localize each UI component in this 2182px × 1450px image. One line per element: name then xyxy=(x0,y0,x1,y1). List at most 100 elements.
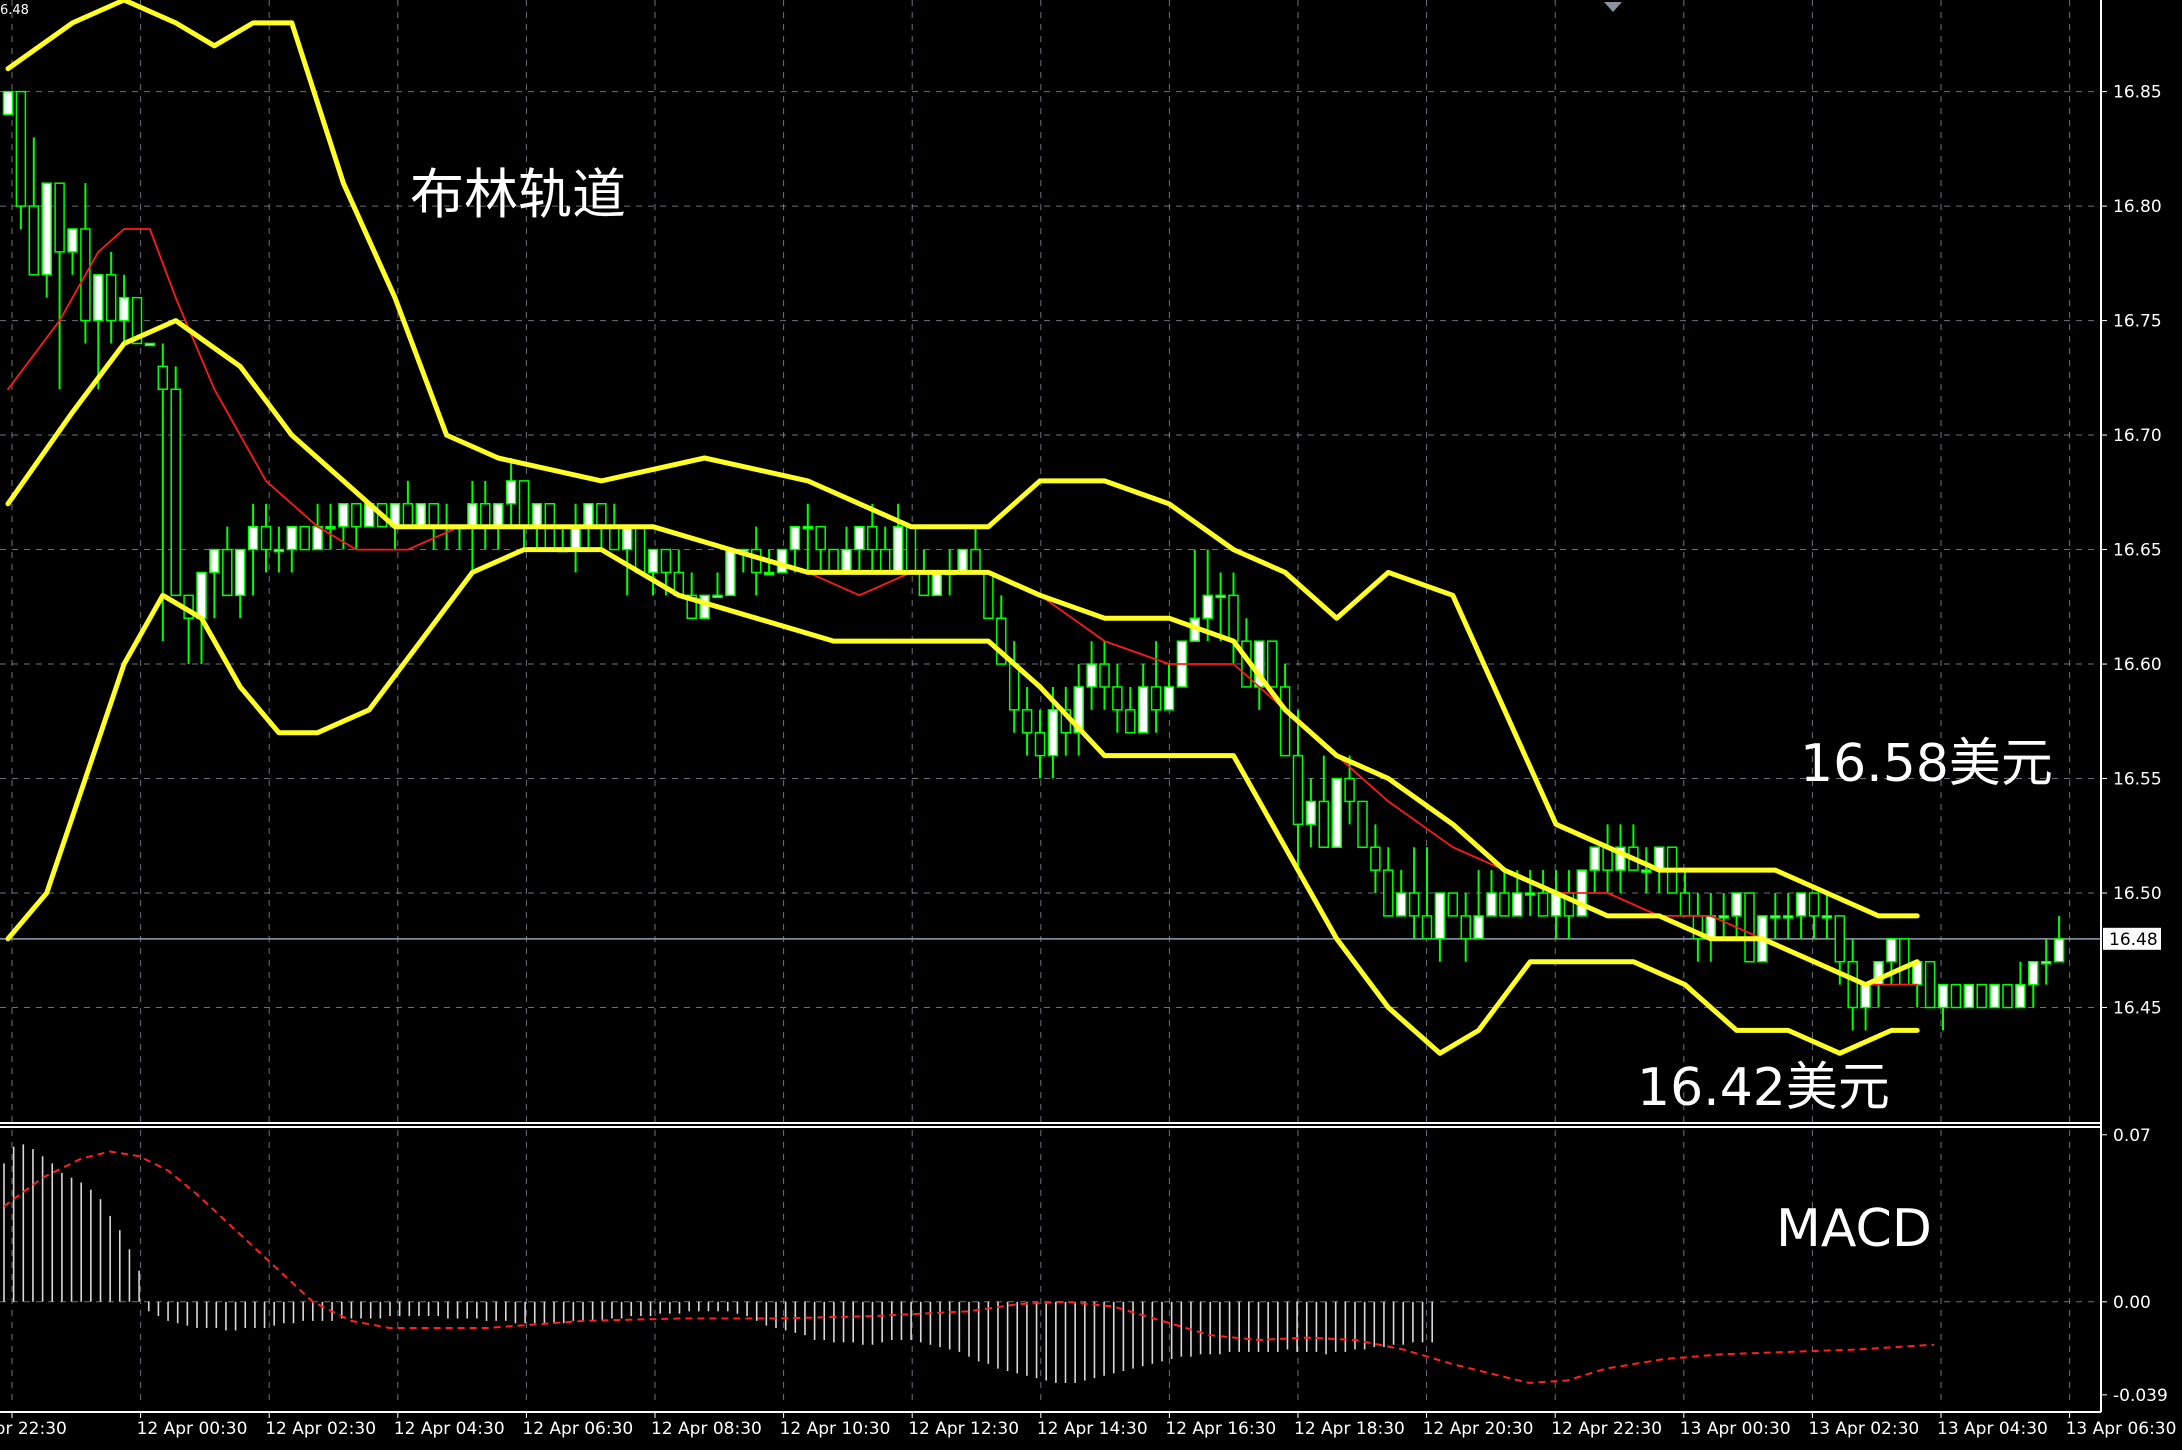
candle-body xyxy=(905,525,917,574)
candle-body xyxy=(699,594,710,619)
candle-body xyxy=(234,548,246,597)
y-tick-label: 16.75 xyxy=(2113,312,2162,332)
candle-body xyxy=(260,525,272,551)
current-price-label: 16.48 xyxy=(2109,930,2158,950)
candle-body xyxy=(338,503,349,528)
candle-body xyxy=(325,525,336,530)
candle-body xyxy=(67,228,78,253)
candle-body xyxy=(725,548,736,597)
candle-body xyxy=(970,548,981,574)
candle-body xyxy=(2015,983,2026,1009)
candle-body xyxy=(1989,983,2000,1009)
candle-body xyxy=(634,525,646,574)
candle-body xyxy=(1305,800,1317,826)
candle-body xyxy=(1524,892,1536,896)
x-tick-label: 12 Apr 16:30 xyxy=(1165,1419,1276,1439)
top-left-price: 6.48 xyxy=(0,3,29,18)
annotation-upper-target: 16.58美元 xyxy=(1800,734,2053,794)
candle-body xyxy=(776,548,788,574)
y-tick-label: 16.55 xyxy=(2113,770,2162,790)
candle-body xyxy=(144,342,156,347)
candle-body xyxy=(1421,915,1433,940)
candle-body xyxy=(105,274,117,322)
candle-body xyxy=(828,548,839,574)
annotation-lower-target: 16.42美元 xyxy=(1637,1058,1890,1118)
macd-y-tick-label: 0.00 xyxy=(2113,1293,2151,1313)
candle-body xyxy=(1512,892,1523,917)
candle-body xyxy=(1383,869,1394,917)
macd-y-tick-label: 0.07 xyxy=(2113,1126,2151,1146)
candle-body xyxy=(918,571,930,597)
x-tick-label: 13 Apr 06:30 xyxy=(2066,1419,2177,1439)
candle-body xyxy=(415,503,427,528)
candle-body xyxy=(1860,983,1871,1009)
candle-body xyxy=(1795,892,1807,917)
candle-body xyxy=(1008,663,1020,711)
candle-body xyxy=(93,274,104,322)
candle-body xyxy=(789,525,801,551)
candle-body xyxy=(492,503,504,528)
candle-body xyxy=(931,571,943,597)
candle-body xyxy=(1034,731,1046,757)
candle-body xyxy=(1937,983,1949,1009)
candle-body xyxy=(1202,594,1213,619)
candle-body xyxy=(531,503,543,528)
candle-body xyxy=(1499,892,1510,917)
y-tick-label: 16.80 xyxy=(2113,197,2162,217)
candle-body xyxy=(1808,892,1820,917)
candle-body xyxy=(1228,594,1239,642)
candle-body xyxy=(1370,846,1381,871)
candle-body xyxy=(299,525,310,551)
candle-body xyxy=(2002,983,2013,1009)
candle-body xyxy=(621,525,633,551)
candle-body xyxy=(1163,686,1175,711)
candle-body xyxy=(1408,892,1420,917)
y-tick-label: 16.65 xyxy=(2113,541,2162,561)
candle-body xyxy=(1344,777,1355,803)
candle-body xyxy=(1641,869,1652,873)
candle-body xyxy=(118,296,130,322)
annotation-bollinger: 布林轨道 xyxy=(410,163,626,226)
candle-body xyxy=(1460,915,1471,940)
candle-body xyxy=(983,571,994,619)
candle-body xyxy=(157,365,169,391)
candle-body xyxy=(467,503,478,528)
x-tick-label: 12 Apr 22:30 xyxy=(0,1419,67,1439)
candle-body xyxy=(1537,892,1549,917)
candle-body xyxy=(879,548,891,574)
candle-body xyxy=(867,525,878,551)
candle-body xyxy=(1447,892,1459,917)
candle-body xyxy=(1357,800,1368,848)
candle-body xyxy=(609,525,620,551)
x-tick-label: 12 Apr 02:30 xyxy=(265,1419,376,1439)
candle-body xyxy=(286,525,298,551)
y-tick-label: 16.60 xyxy=(2113,655,2162,675)
x-tick-label: 12 Apr 12:30 xyxy=(908,1419,1019,1439)
candle-body xyxy=(1731,892,1742,917)
candle-body xyxy=(2040,960,2052,965)
candle-body xyxy=(1950,983,1962,1009)
candle-body xyxy=(1963,983,1975,1009)
candle-body xyxy=(1279,686,1291,757)
candle-body xyxy=(841,548,852,574)
candle-body xyxy=(1086,663,1097,688)
candle-body xyxy=(1589,846,1600,871)
candle-body xyxy=(41,182,52,276)
x-tick-label: 12 Apr 00:30 xyxy=(137,1419,248,1439)
candle-body xyxy=(1886,938,1897,963)
candle-body xyxy=(1112,686,1123,711)
candle-body xyxy=(1770,915,1781,919)
candle-body xyxy=(712,594,723,599)
candle-body xyxy=(15,90,27,207)
x-tick-label: 12 Apr 20:30 xyxy=(1423,1419,1534,1439)
candle-body xyxy=(1834,915,1846,963)
candle-body xyxy=(2053,938,2065,963)
candle-body xyxy=(596,503,607,528)
candle-body xyxy=(1434,892,1446,940)
x-tick-label: 13 Apr 04:30 xyxy=(1937,1419,2048,1439)
candle-body xyxy=(196,571,207,619)
candle-body xyxy=(1486,892,1497,917)
candle-body xyxy=(505,480,517,505)
macd-y-tick-label: -0.039 xyxy=(2113,1386,2168,1406)
candle-body xyxy=(1718,915,1729,919)
